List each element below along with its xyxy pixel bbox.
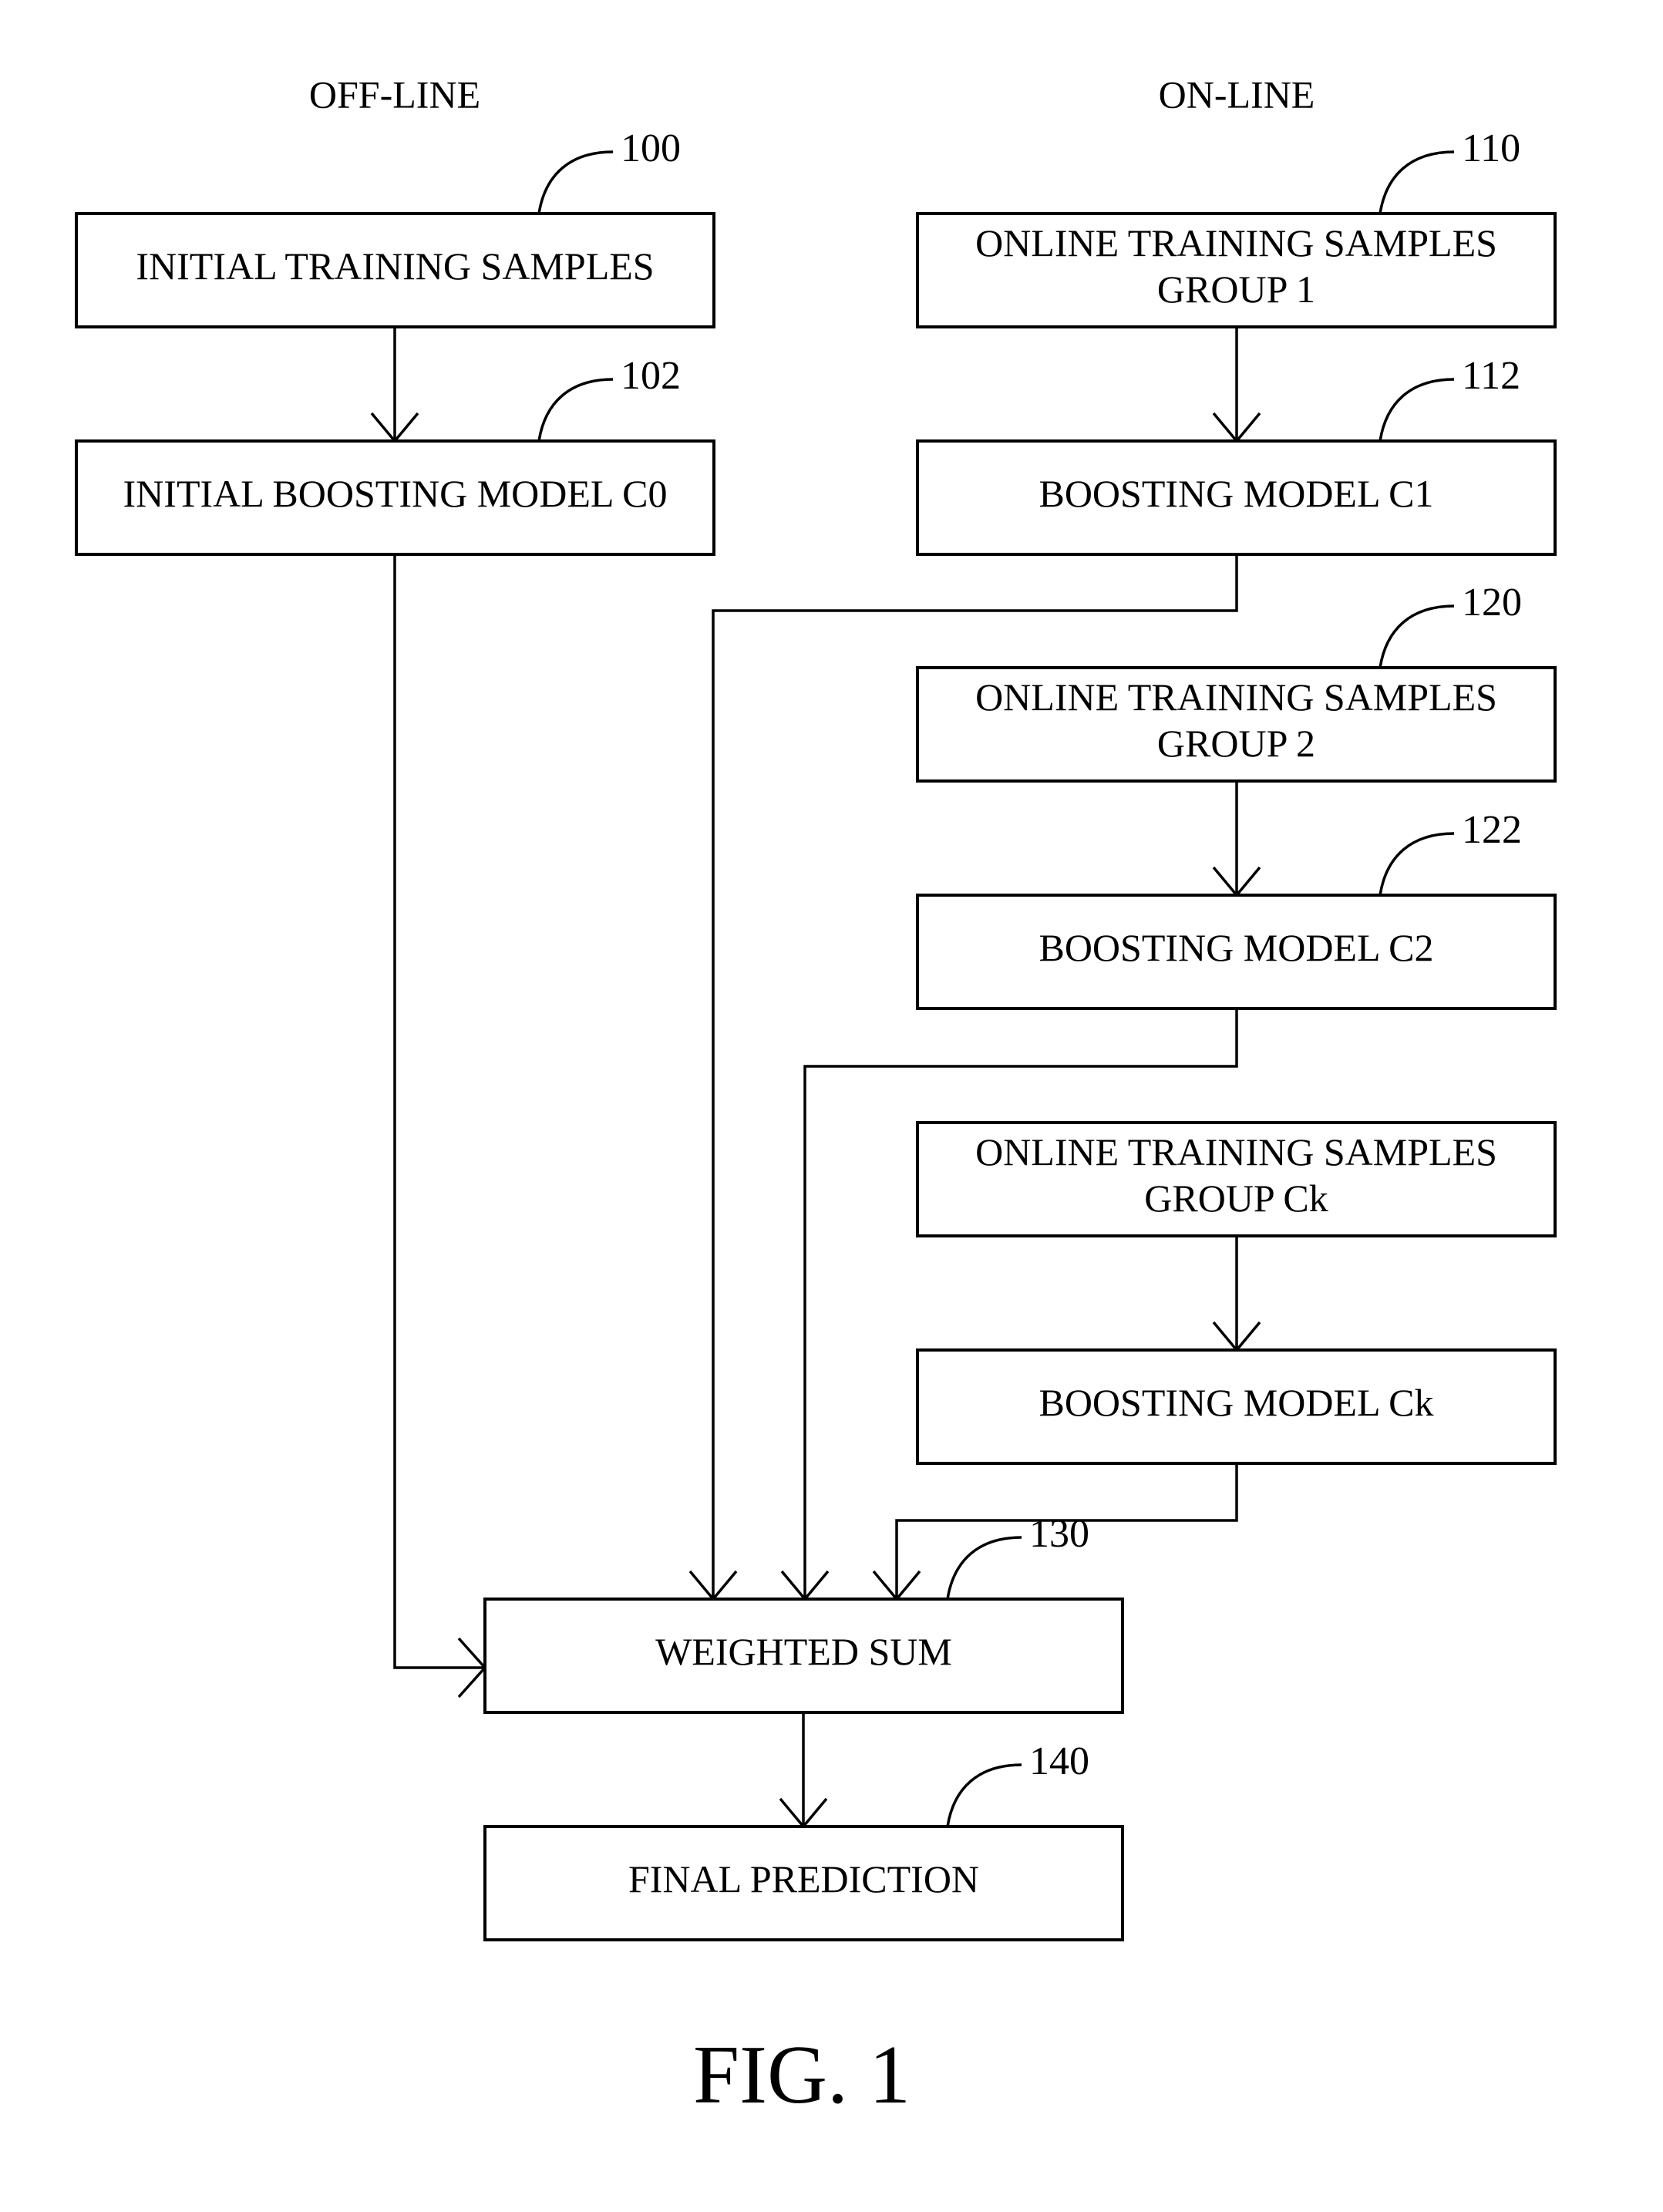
box-label: GROUP 2 (1157, 722, 1315, 765)
reference-numeral: 102 (621, 354, 681, 398)
edge-c0-weighted-sum (393, 554, 485, 1669)
edge-c2-weighted-sum (803, 1009, 1238, 1599)
reference-numeral: 130 (1029, 1512, 1089, 1556)
box-label: BOOSTING MODEL Ck (1039, 1381, 1433, 1424)
box-initial-training-samples: INITIAL TRAINING SAMPLES 100 (75, 126, 715, 328)
box-label: BOOSTING MODEL C1 (1039, 472, 1433, 515)
box-label: ONLINE TRAINING SAMPLES (975, 1130, 1497, 1173)
box-boosting-model-ck: BOOSTING MODEL Ck (916, 1348, 1557, 1465)
flowchart-diagram: OFF-LINE ON-LINE INITIAL TRAINING SAMPLE… (75, 72, 1557, 2121)
offline-column-title: OFF-LINE (309, 72, 480, 116)
reference-leader-line (537, 150, 614, 214)
reference-leader-line (537, 378, 614, 442)
box-online-group-1: ONLINE TRAINING SAMPLESGROUP 1 110 (916, 126, 1557, 328)
reference-leader-line (946, 1763, 1022, 1827)
reference-leader-line (1379, 378, 1455, 442)
reference-leader-line (1379, 150, 1455, 214)
reference-leader-line (1379, 604, 1455, 668)
reference-leader-line (946, 1536, 1022, 1600)
box-label: BOOSTING MODEL C2 (1039, 926, 1433, 969)
reference-numeral: 140 (1029, 1739, 1089, 1783)
online-column-title: ON-LINE (1159, 72, 1315, 116)
box-label: FINAL PREDICTION (628, 1857, 979, 1901)
box-label: INITIAL BOOSTING MODEL C0 (123, 472, 668, 515)
process-boxes: INITIAL TRAINING SAMPLES 100 INITIAL BOOST… (75, 126, 1557, 1941)
box-label: ONLINE TRAINING SAMPLES (975, 221, 1497, 264)
box-label: INITIAL TRAINING SAMPLES (136, 244, 654, 288)
box-label: GROUP 1 (1157, 268, 1315, 311)
reference-numeral: 110 (1462, 126, 1520, 170)
box-label: WEIGHTED SUM (655, 1630, 952, 1673)
reference-numeral: 122 (1462, 808, 1522, 852)
reference-numeral: 112 (1462, 354, 1520, 398)
box-label: GROUP Ck (1144, 1177, 1328, 1220)
reference-numeral: 100 (621, 126, 681, 170)
box-online-group-ck: ONLINE TRAINING SAMPLESGROUP Ck (916, 1121, 1557, 1237)
reference-numeral: 120 (1462, 581, 1522, 625)
box-label: ONLINE TRAINING SAMPLES (975, 675, 1497, 719)
reference-leader-line (1379, 832, 1455, 896)
figure-caption: FIG. 1 (693, 2029, 911, 2121)
